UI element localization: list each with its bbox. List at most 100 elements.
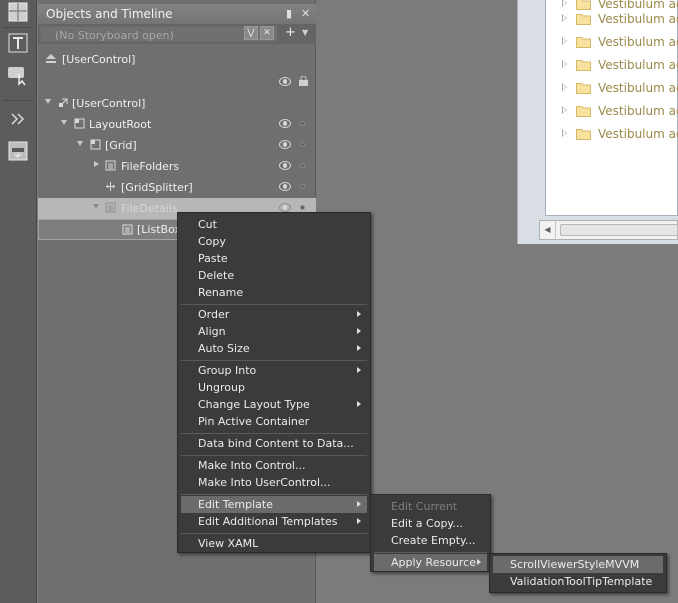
menu-item-auto-size[interactable]: Auto Size [181, 340, 367, 357]
expand-arrow-icon[interactable] [562, 129, 567, 137]
expand-arrow-icon[interactable] [562, 83, 567, 91]
menu-item-label: Group Into [198, 364, 257, 377]
close-storyboard-icon[interactable]: ✕ [260, 26, 274, 40]
menu-item-make-into-usercontrol[interactable]: Make Into UserControl... [181, 474, 367, 491]
menu-item-scrollviewerstylemvvm[interactable]: ScrollViewerStyleMVVM [493, 556, 663, 573]
chevron-down-icon[interactable]: ▼ [302, 28, 308, 37]
file-details-listbox[interactable]: Vestibulum ad Vestibulum ad Vestibulum a… [545, 0, 678, 216]
gridsplitter-icon [105, 182, 116, 191]
list-item[interactable]: Vestibulum ad [546, 100, 678, 123]
menu-item-rename[interactable]: Rename [181, 284, 367, 301]
listbox-icon [122, 224, 133, 235]
tree-item-layoutroot[interactable]: LayoutRoot [38, 114, 316, 135]
lock-toggle-icon[interactable] [300, 205, 305, 210]
pin-icon[interactable]: ▮ [286, 7, 292, 20]
menu-item-group-into[interactable]: Group Into [181, 362, 367, 379]
toolbar-divider [3, 27, 34, 28]
eye-icon[interactable] [279, 140, 291, 149]
list-item-label: Vestibulum ad [598, 81, 678, 95]
menu-item-view-xaml[interactable]: View XAML [181, 535, 367, 552]
storyboard-picker[interactable]: (No Storyboard open) [40, 26, 278, 42]
layout-grid-tool[interactable] [6, 0, 30, 24]
menu-separator [374, 552, 487, 553]
list-item[interactable]: Vestibulum ad [546, 77, 678, 100]
close-icon[interactable]: ✕ [301, 7, 310, 20]
text-tool[interactable] [6, 31, 30, 55]
folder-icon [576, 60, 591, 71]
menu-item-order[interactable]: Order [181, 306, 367, 323]
menu-item-label: Align [198, 325, 226, 338]
object-tool[interactable] [6, 139, 30, 163]
expand-arrow-icon[interactable] [562, 106, 567, 114]
tree-item-label: FileFolders [121, 160, 180, 173]
menu-item-cut[interactable]: Cut [181, 216, 367, 233]
menu-item-make-into-control[interactable]: Make Into Control... [181, 457, 367, 474]
eye-icon[interactable] [279, 119, 291, 128]
menu-item-copy[interactable]: Copy [181, 233, 367, 250]
expand-arrow-icon[interactable] [562, 14, 567, 22]
submenu-arrow-icon [357, 518, 361, 524]
menu-item-label: Order [198, 308, 230, 321]
lock-icon[interactable] [299, 76, 308, 86]
control-icon [8, 67, 26, 86]
list-item[interactable]: Vestibulum ad [546, 8, 678, 31]
expand-arrow-icon[interactable] [562, 60, 567, 68]
expander-icon[interactable] [45, 99, 51, 104]
menu-item-edit-additional-templates[interactable]: Edit Additional Templates [181, 513, 367, 530]
eye-icon[interactable] [279, 77, 291, 86]
list-item[interactable]: Vestibulum ad [546, 54, 678, 77]
menu-item-label: Edit Template [198, 498, 273, 511]
menu-item-edit-a-copy[interactable]: Edit a Copy... [374, 515, 487, 532]
control-tool[interactable] [6, 63, 30, 87]
menu-item-paste[interactable]: Paste [181, 250, 367, 267]
toolbar-divider [3, 100, 34, 101]
scope-row[interactable]: [UserControl] [38, 50, 316, 70]
eye-icon[interactable] [279, 182, 291, 191]
menu-item-ungroup[interactable]: Ungroup [181, 379, 367, 396]
expander-icon[interactable] [94, 161, 99, 167]
listbox-icon [105, 160, 116, 171]
menu-item-change-layout-type[interactable]: Change Layout Type [181, 396, 367, 413]
tree-item-usercontrol[interactable]: [UserControl] [38, 93, 316, 114]
expander-icon[interactable] [77, 141, 83, 146]
menu-item-align[interactable]: Align [181, 323, 367, 340]
menu-item-apply-resource[interactable]: Apply Resource [374, 554, 487, 571]
horizontal-scrollbar[interactable]: ◀ [539, 220, 678, 240]
menu-item-create-empty[interactable]: Create Empty... [374, 532, 487, 549]
eye-icon[interactable] [279, 203, 291, 212]
lock-toggle-icon[interactable] [300, 142, 305, 147]
tree-item-gridsplitter[interactable]: [GridSplitter] [38, 177, 316, 198]
expand-arrow-icon[interactable] [562, 37, 567, 45]
menu-item-pin-active-container[interactable]: Pin Active Container [181, 413, 367, 430]
storyboard-options-icon[interactable]: ⋁ [244, 26, 258, 40]
tree-item-label: LayoutRoot [89, 118, 152, 131]
menu-item-data-bind-content[interactable]: Data bind Content to Data... [181, 435, 367, 452]
submenu-arrow-icon [357, 328, 361, 334]
list-item[interactable]: Vestibulum ad [546, 123, 678, 146]
lock-toggle-icon[interactable] [300, 184, 305, 189]
expander-icon[interactable] [93, 204, 99, 209]
menu-separator [181, 360, 367, 361]
new-storyboard-icon[interactable]: + [285, 25, 296, 40]
lock-toggle-icon[interactable] [300, 121, 305, 126]
list-item[interactable]: Vestibulum ad [546, 31, 678, 54]
text-icon [8, 33, 28, 53]
submenu-arrow-icon [357, 501, 361, 507]
tree-item-label: [Grid] [105, 139, 137, 152]
expander-icon[interactable] [61, 120, 67, 125]
expand-arrow-icon[interactable] [562, 0, 567, 7]
asset-library-button[interactable] [6, 107, 30, 131]
tree-item-grid[interactable]: [Grid] [38, 135, 316, 156]
tree-item-label: FileDetails [121, 202, 178, 215]
lock-toggle-icon[interactable] [300, 163, 305, 168]
panel-header: Objects and Timeline ▮ ✕ [38, 4, 316, 24]
scope-up-icon[interactable] [45, 53, 57, 65]
menu-item-validationtooltiptemplate[interactable]: ValidationToolTipTemplate [493, 573, 663, 590]
list-item-label: Vestibulum ad [598, 12, 678, 26]
menu-item-edit-template[interactable]: Edit Template [181, 496, 367, 513]
menu-item-delete[interactable]: Delete [181, 267, 367, 284]
scroll-thumb[interactable] [560, 224, 678, 236]
eye-icon[interactable] [279, 161, 291, 170]
tree-item-filefolders[interactable]: FileFolders [38, 156, 316, 177]
scroll-left-icon[interactable]: ◀ [540, 221, 556, 239]
